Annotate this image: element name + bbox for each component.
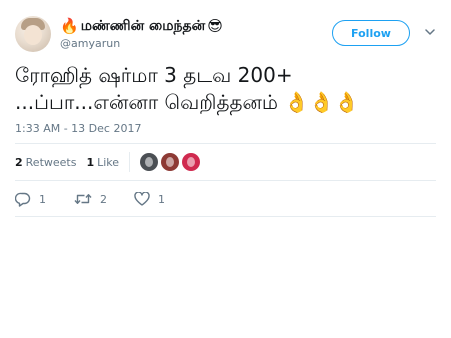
reply-icon [15,192,31,207]
tweet-text-line-2: ...ப்பா...என்னா வெறித்தனம் 👌👌👌 [15,90,360,114]
tweet-actions: 1 2 1 [15,190,165,208]
retweets-label[interactable]: Retweets [26,156,77,169]
retweet-icon [74,194,92,204]
divider [15,216,436,217]
avatar[interactable] [15,16,51,52]
tweet-text-line-1: ரோஹித் ஷர்மா 3 தடவ 200+ [15,63,293,87]
likes-label[interactable]: Like [97,156,119,169]
reply-button[interactable]: 1 [15,192,74,207]
reply-count: 1 [39,192,46,206]
fire-emoji: 🔥 [60,17,79,35]
user-handle[interactable]: @amyarun [60,37,120,51]
tweet-text: ரோஹித் ஷர்மா 3 தடவ 200+ ...ப்பா...என்னா … [15,62,435,116]
retweets-count[interactable]: 2 [15,156,23,169]
liker-avatar[interactable] [182,153,201,171]
cool-emoji: 😎 [207,17,223,35]
follow-button[interactable]: Follow [332,20,410,46]
retweet-button[interactable]: 2 [74,192,134,206]
user-name-row[interactable]: 🔥 மண்ணின் மைந்தன் 😎 [60,17,223,35]
divider [15,180,436,181]
liker-avatar[interactable] [161,153,180,171]
tweet-stats: 2 Retweets 1 Like [15,152,203,172]
stats-separator [129,152,131,172]
likes-count[interactable]: 1 [86,156,94,169]
chevron-down-icon[interactable] [425,28,435,36]
display-name[interactable]: மண்ணின் மைந்தன் [81,17,206,35]
divider [15,143,436,144]
avatar-face [24,25,42,45]
like-count: 1 [158,192,165,206]
tweet-timestamp[interactable]: 1:33 AM - 13 Dec 2017 [15,122,141,135]
heart-icon [134,192,150,206]
retweet-count: 2 [100,192,107,206]
liker-avatar[interactable] [140,153,159,171]
like-button[interactable]: 1 [134,192,165,206]
tweet-card: 🔥 மண்ணின் மைந்தன் 😎 @amyarun Follow ரோஹி… [0,0,451,338]
